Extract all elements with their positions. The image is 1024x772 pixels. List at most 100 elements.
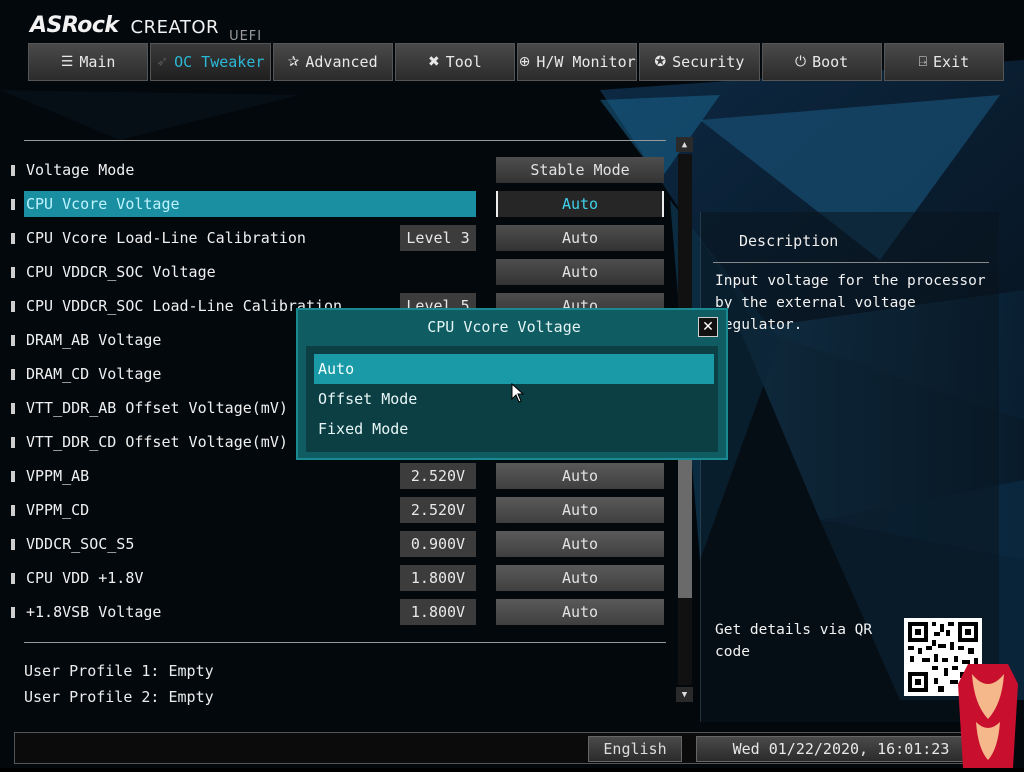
setting-option-button[interactable]: Auto [496, 259, 664, 285]
setting-option-button[interactable]: Auto [496, 225, 664, 251]
scroll-up-arrow-icon[interactable]: ▲ [676, 137, 693, 152]
scroll-down-arrow-icon[interactable]: ▼ [676, 687, 693, 702]
description-title: Description [739, 232, 839, 250]
setting-label: CPU Vcore Voltage [26, 195, 180, 213]
setting-option-button[interactable]: Auto [496, 463, 664, 489]
user-profile-1: User Profile 1: Empty [24, 662, 214, 680]
setting-row-cpu-vddcr-soc-voltage[interactable]: CPU VDDCR_SOC Voltage Auto [0, 255, 670, 289]
user-profile-2: User Profile 2: Empty [24, 688, 214, 706]
tab-label: Security [672, 53, 745, 71]
setting-label: CPU Vcore Load-Line Calibration [26, 229, 306, 247]
setting-current-value: 1.800V [400, 599, 476, 625]
scrollbar-thumb[interactable] [678, 452, 692, 598]
setting-current-value: Level 3 [400, 225, 476, 251]
row-bullet [11, 335, 15, 346]
tab-boot[interactable]: ⏻ Boot [761, 43, 882, 81]
setting-current-value: 0.900V [400, 531, 476, 557]
exit-icon: ⍈ [918, 54, 928, 70]
setting-option-button[interactable]: Auto [496, 191, 664, 217]
tab-label: Exit [933, 53, 970, 71]
shield-icon: ✪ [654, 54, 667, 70]
tools-icon: ✖ [427, 54, 440, 70]
site-logo-icon [958, 664, 1018, 772]
setting-row-voltage-mode[interactable]: Voltage Mode Stable Mode [0, 153, 670, 187]
setting-row-vppm-ab[interactable]: VPPM_AB 2.520V Auto [0, 459, 670, 493]
tab-label: H/W Monitor [536, 53, 636, 71]
tab-exit[interactable]: ⍈ Exit [883, 43, 1004, 81]
model-name: CREATOR [130, 17, 220, 38]
language-button[interactable]: English [588, 736, 682, 762]
user-profiles: User Profile 1: Empty User Profile 2: Em… [24, 658, 214, 710]
row-bullet [11, 267, 15, 278]
site-logo-graphic [958, 664, 1018, 768]
tab-oc-tweaker[interactable]: ➶ OC Tweaker [150, 43, 271, 81]
setting-row-cpu-vcore-voltage[interactable]: CPU Vcore Voltage Auto [0, 187, 670, 221]
tab-label: Tool [445, 53, 482, 71]
close-icon[interactable]: ✕ [698, 317, 718, 337]
tab-label: Main [79, 53, 116, 71]
description-text: Input voltage for the processor by the e… [715, 273, 986, 333]
firmware-label: UEFI [229, 29, 263, 44]
brand-name: ASRock [30, 13, 119, 38]
row-bullet [11, 165, 15, 176]
setting-label: VPPM_CD [26, 501, 90, 519]
row-bullet [11, 505, 15, 516]
list-bottom-divider [24, 642, 666, 643]
dialog-option-fixed-mode[interactable]: Fixed Mode [314, 414, 714, 444]
dialog-option-auto[interactable]: Auto [314, 354, 714, 384]
tab-main[interactable]: ☰ Main [28, 43, 149, 81]
setting-row-cpu-vdd-1v8[interactable]: CPU VDD +1.8V 1.800V Auto [0, 561, 670, 595]
qr-caption: Get details via QR code [715, 622, 873, 660]
row-bullet [11, 301, 15, 312]
tab-advanced[interactable]: ✰ Advanced [272, 43, 393, 81]
setting-label: DRAM_CD Voltage [26, 365, 162, 383]
row-bullet [11, 607, 15, 618]
setting-label: VTT_DDR_AB Offset Voltage(mV) [26, 399, 288, 417]
tab-label: OC Tweaker [174, 53, 265, 71]
power-icon: ⏻ [795, 54, 807, 70]
tab-hw-monitor[interactable]: ⊕ H/W Monitor [517, 43, 638, 81]
setting-label: VPPM_AB [26, 467, 90, 485]
setting-label: CPU VDDCR_SOC Voltage [26, 263, 216, 281]
setting-current-value: 2.520V [400, 463, 476, 489]
setting-option-button[interactable]: Auto [496, 531, 664, 557]
list-icon: ☰ [60, 54, 74, 70]
row-bullet [11, 403, 15, 414]
asrock-logo: ASRock CREATOR UEFI [30, 8, 262, 44]
row-bullet [11, 437, 15, 448]
setting-row-vddcr-soc-s5[interactable]: VDDCR_SOC_S5 0.900V Auto [0, 527, 670, 561]
row-bullet [11, 539, 15, 550]
setting-row-vppm-cd[interactable]: VPPM_CD 2.520V Auto [0, 493, 670, 527]
description-divider [713, 262, 989, 263]
row-bullet [11, 199, 15, 210]
setting-label: CPU VDDCR_SOC Load-Line Calibration [26, 297, 343, 315]
setting-label: CPU VDD +1.8V [26, 569, 144, 587]
setting-current-value: 1.800V [400, 565, 476, 591]
row-bullet [11, 369, 15, 380]
tab-security[interactable]: ✪ Security [639, 43, 760, 81]
setting-option-button[interactable]: Auto [496, 565, 664, 591]
tab-label: Boot [812, 53, 849, 71]
dialog-title: CPU Vcore Voltage [427, 318, 581, 336]
setting-label: VDDCR_SOC_S5 [26, 535, 135, 553]
setting-current-value: 2.520V [400, 497, 476, 523]
date-time-display: Wed 01/22/2020, 16:01:23 [696, 736, 986, 762]
star-icon: ✰ [287, 54, 300, 70]
setting-option-button[interactable]: Stable Mode [496, 157, 664, 183]
rocket-icon: ➶ [156, 54, 169, 70]
setting-label: DRAM_AB Voltage [26, 331, 162, 349]
setting-option-button[interactable]: Auto [496, 599, 664, 625]
mouse-cursor-icon [511, 382, 525, 407]
row-bullet [11, 233, 15, 244]
list-top-divider [24, 140, 666, 141]
setting-row-cpu-vcore-llc[interactable]: CPU Vcore Load-Line Calibration Level 3 … [0, 221, 670, 255]
monitor-icon: ⊕ [518, 54, 531, 70]
tab-tool[interactable]: ✖ Tool [394, 43, 515, 81]
setting-option-button[interactable]: Auto [496, 497, 664, 523]
main-tab-bar: ☰ Main ➶ OC Tweaker ✰ Advanced ✖ Tool ⊕ … [28, 43, 1004, 83]
row-bullet [11, 573, 15, 584]
setting-row-1v8sb-voltage[interactable]: +1.8VSB Voltage 1.800V Auto [0, 595, 670, 629]
setting-label: +1.8VSB Voltage [26, 603, 162, 621]
setting-label: Voltage Mode [26, 161, 135, 179]
mouse-cursor-graphic [511, 382, 525, 403]
